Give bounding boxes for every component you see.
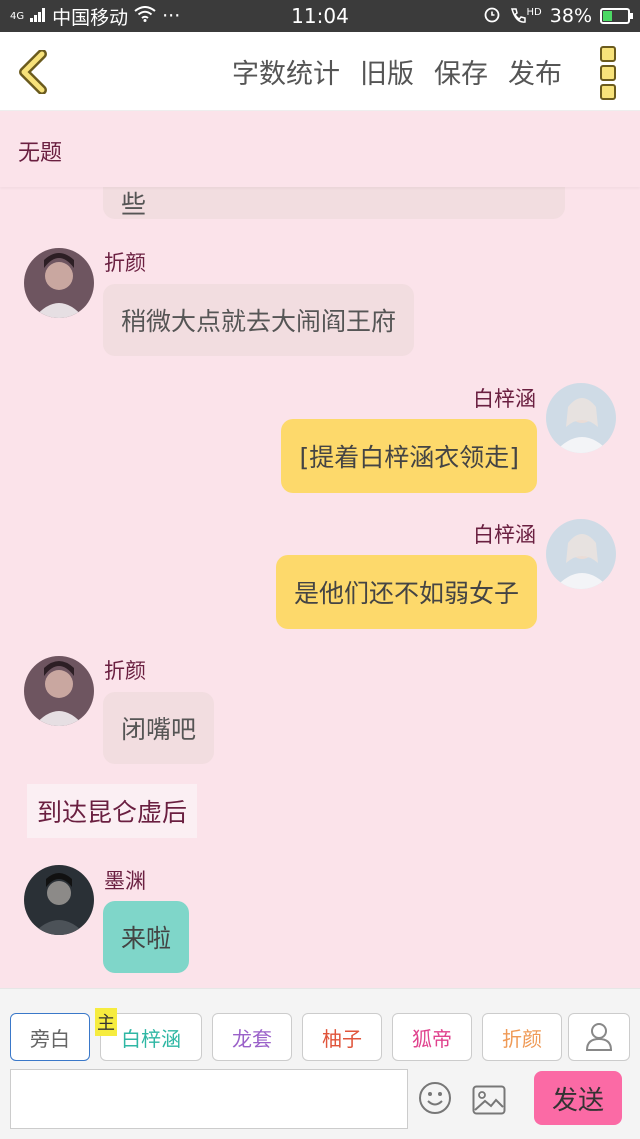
publish-button[interactable]: 发布 bbox=[508, 52, 562, 91]
smiley-icon bbox=[419, 1082, 451, 1114]
battery-percent: 38% bbox=[549, 5, 592, 27]
message-text: 些 bbox=[121, 190, 147, 219]
wifi-icon bbox=[134, 5, 156, 27]
chip-label: 柚子 bbox=[322, 1026, 362, 1051]
page-title[interactable]: 无题 bbox=[18, 135, 62, 167]
carrier: 中国移动 bbox=[52, 6, 129, 29]
add-character-button[interactable] bbox=[568, 1013, 630, 1061]
emoji-button[interactable] bbox=[418, 1081, 452, 1115]
chip-character[interactable]: 龙套 bbox=[212, 1013, 292, 1061]
image-button[interactable] bbox=[472, 1085, 506, 1115]
alarm-icon bbox=[483, 5, 501, 28]
avatar-baizihan[interactable] bbox=[546, 519, 616, 589]
save-button[interactable]: 保存 bbox=[434, 52, 488, 91]
narration-message[interactable]: 到达昆仑虚后 bbox=[27, 784, 198, 838]
input-panel: 旁白 主 白梓涵 龙套 柚子 狐帝 折颜 发送 bbox=[0, 988, 640, 1139]
image-icon bbox=[472, 1085, 506, 1115]
main-role-badge: 主 bbox=[95, 1008, 117, 1036]
chip-label: 折颜 bbox=[502, 1026, 542, 1051]
word-count-button[interactable]: 字数统计 bbox=[232, 52, 340, 91]
chip-character[interactable]: 柚子 bbox=[302, 1013, 382, 1061]
network-label: 4G bbox=[10, 10, 25, 22]
more-vertical-icon[interactable] bbox=[600, 46, 616, 100]
chip-label: 龙套 bbox=[232, 1026, 272, 1051]
chat-bubble[interactable]: [提着白梓涵衣领走] bbox=[281, 419, 537, 493]
message-text: 稍微大点就去大闹阎王府 bbox=[121, 307, 397, 336]
sender-name: 折颜 bbox=[104, 251, 146, 275]
status-bar: 4G 中国移动 ··· 11:04 HD 38% bbox=[0, 0, 640, 32]
avatar-zheyan[interactable] bbox=[24, 656, 94, 726]
chat-bubble[interactable]: 闭嘴吧 bbox=[103, 692, 215, 764]
character-selector: 旁白 主 白梓涵 龙套 柚子 狐帝 折颜 bbox=[10, 1008, 562, 1061]
chip-label: 白梓涵 bbox=[121, 1026, 181, 1051]
message-text: 闭嘴吧 bbox=[121, 715, 197, 744]
chip-character[interactable]: 主 白梓涵 bbox=[95, 1008, 202, 1061]
chevron-left-icon bbox=[19, 49, 47, 95]
avatar-baizihan[interactable] bbox=[546, 383, 616, 453]
message-text: 来啦 bbox=[121, 924, 172, 953]
sender-name: 墨渊 bbox=[104, 869, 146, 893]
message-text: 是他们还不如弱女子 bbox=[293, 579, 519, 608]
chat-area[interactable]: 些 折颜 稍微大点就去大闹阎王府 白梓涵 [提着白梓涵衣领走] 白梓涵 是他们还… bbox=[0, 187, 640, 987]
send-button[interactable]: 发送 bbox=[534, 1071, 622, 1125]
avatar-moyuan[interactable] bbox=[24, 865, 94, 935]
chip-label: 狐帝 bbox=[412, 1026, 452, 1051]
signal-icon bbox=[30, 5, 46, 27]
chip-narrator[interactable]: 旁白 bbox=[10, 1013, 90, 1061]
chat-bubble[interactable]: 是他们还不如弱女子 bbox=[275, 555, 537, 629]
chat-bubble[interactable]: 来啦 bbox=[103, 901, 190, 973]
person-icon bbox=[585, 1023, 613, 1051]
message-input[interactable] bbox=[10, 1069, 408, 1129]
hd-label: HD bbox=[526, 7, 542, 18]
chat-bubble[interactable]: 稍微大点就去大闹阎王府 bbox=[103, 284, 415, 356]
chip-label: 旁白 bbox=[30, 1026, 70, 1051]
avatar-zheyan[interactable] bbox=[24, 248, 94, 318]
chat-bubble-clipped[interactable]: 些 bbox=[103, 187, 565, 219]
battery-icon bbox=[600, 8, 633, 24]
more-indicator: ··· bbox=[162, 5, 181, 27]
back-button[interactable] bbox=[14, 49, 54, 95]
sender-name: 白梓涵 bbox=[473, 387, 536, 411]
top-toolbar: 字数统计 旧版 保存 发布 bbox=[0, 32, 640, 111]
sender-name: 折颜 bbox=[104, 659, 146, 683]
message-text: [提着白梓涵衣领走] bbox=[299, 443, 519, 472]
sender-name: 白梓涵 bbox=[473, 523, 536, 547]
old-version-button[interactable]: 旧版 bbox=[360, 52, 414, 91]
chip-character[interactable]: 狐帝 bbox=[392, 1013, 472, 1061]
hd-call-icon: HD bbox=[509, 7, 542, 25]
chip-character[interactable]: 折颜 bbox=[482, 1013, 562, 1061]
title-bar: 无题 bbox=[0, 111, 640, 187]
